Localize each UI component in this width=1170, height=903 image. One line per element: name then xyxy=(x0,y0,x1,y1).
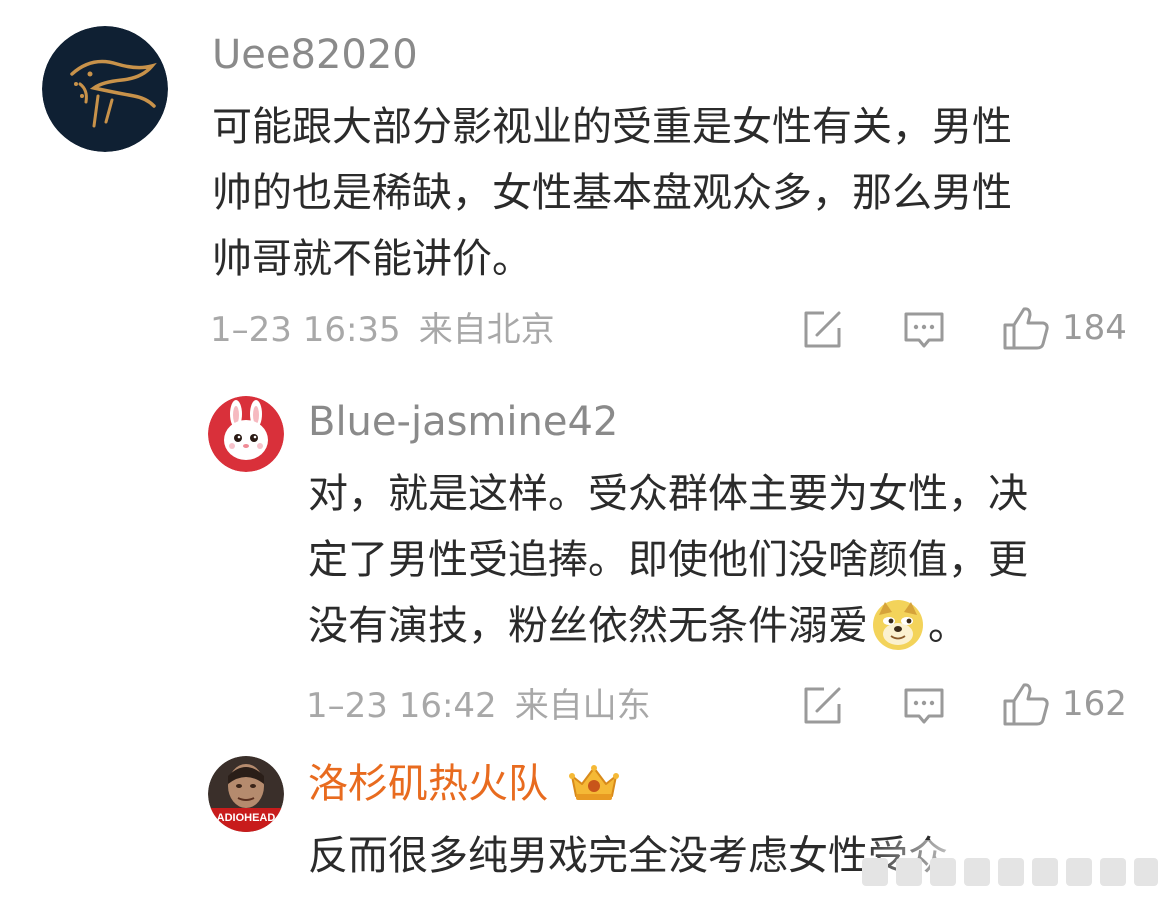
comment-icon xyxy=(904,688,944,724)
comment-line: 对，就是这样。受众群体主要为女性，决 xyxy=(308,471,1028,517)
share-button[interactable] xyxy=(800,684,844,728)
like-button[interactable]: 184 xyxy=(1002,306,1127,350)
thumbs-up-icon xyxy=(1003,307,1049,350)
comment-line: 帅哥就不能讲价。 xyxy=(212,236,532,282)
like-button[interactable]: 162 xyxy=(1002,682,1127,726)
watermark xyxy=(862,848,1162,896)
reply-button[interactable] xyxy=(902,308,946,352)
comment-meta: 1–23 16:35 来自北京 xyxy=(210,313,555,347)
dragon-logo-avatar-icon xyxy=(42,26,168,152)
vip-crown-icon xyxy=(569,765,619,800)
like-count: 162 xyxy=(1062,684,1127,724)
avatar[interactable]: ADIOHEAD xyxy=(208,756,284,832)
username[interactable]: 洛杉矶热火队 xyxy=(308,764,548,804)
share-button[interactable] xyxy=(800,308,844,352)
comment-line: 帅的也是稀缺，女性基本盘观众多，那么男性 xyxy=(212,170,1012,216)
avatar[interactable] xyxy=(42,26,168,152)
comment-icon xyxy=(904,312,944,348)
username[interactable]: Blue-jasmine42 xyxy=(308,402,618,442)
doge-emoji-icon xyxy=(873,600,923,650)
share-edit-icon xyxy=(804,687,841,724)
comment-location: 来自山东 xyxy=(514,686,651,726)
share-edit-icon xyxy=(804,311,841,348)
comment-body: 对，就是这样。受众群体主要为女性，决 定了男性受追捧。即使他们没啥颜值，更 没有… xyxy=(308,461,1028,659)
thumbs-up-icon xyxy=(1003,683,1049,726)
radiohead-avatar-icon: ADIOHEAD xyxy=(208,756,284,832)
reply-button[interactable] xyxy=(902,684,946,728)
comment-time: 1–23 16:35 xyxy=(210,310,401,350)
avatar-text: ADIOHEAD xyxy=(217,812,276,824)
comment-body: 反而很多纯男戏完全没考虑女性受众 xyxy=(308,823,948,889)
comment-line: 没有演技，粉丝依然无条件溺爱 。 xyxy=(308,593,1028,659)
comment-line-text: 。 xyxy=(928,603,968,649)
blurred-watermark-icon xyxy=(862,858,1158,886)
username[interactable]: Uee82020 xyxy=(212,35,418,75)
comment-thread: Uee82020 可能跟大部分影视业的受重是女性有关，男性 帅的也是稀缺，女性基… xyxy=(0,0,1170,903)
comment-line: 定了男性受追捧。即使他们没啥颜值，更 xyxy=(308,537,1028,583)
comment-line: 可能跟大部分影视业的受重是女性有关，男性 xyxy=(212,104,1012,150)
avatar[interactable] xyxy=(208,396,284,472)
like-count: 184 xyxy=(1062,308,1127,348)
comment-meta: 1–23 16:42 来自山东 xyxy=(306,689,651,723)
comment-location: 来自北京 xyxy=(418,310,555,350)
comment-body: 可能跟大部分影视业的受重是女性有关，男性 帅的也是稀缺，女性基本盘观众多，那么男… xyxy=(212,94,1012,292)
comment-line-text: 没有演技，粉丝依然无条件溺爱 xyxy=(308,603,868,649)
comment-line: 反而很多纯男戏完全没考虑女性受众 xyxy=(308,833,948,879)
bunny-avatar-icon xyxy=(208,396,284,472)
comment-time: 1–23 16:42 xyxy=(306,686,497,726)
